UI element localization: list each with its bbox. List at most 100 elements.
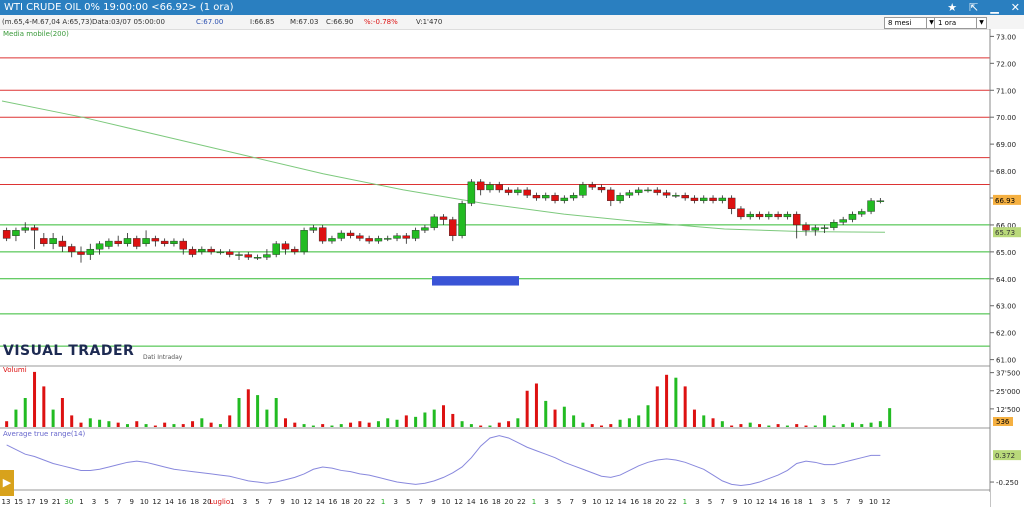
candle-body <box>458 203 466 236</box>
x-tick-label: 12 <box>303 498 312 506</box>
candle-body <box>839 219 847 223</box>
candle-body <box>411 230 420 239</box>
x-tick-label: 9 <box>129 498 133 506</box>
volume-bar <box>758 424 762 427</box>
candle-body <box>607 189 615 201</box>
volume-bar <box>209 422 213 427</box>
ma-value-label: 65.73 <box>995 229 1015 237</box>
pin-icon[interactable]: ⇱ <box>969 0 978 15</box>
brand-subtitle: Dati Intraday <box>143 354 183 361</box>
ma-legend: Media mobile(200) <box>3 30 69 38</box>
candle-body <box>551 195 559 201</box>
price-tick-label: 62.00 <box>996 330 1016 338</box>
x-tick-label: 12 <box>882 498 891 506</box>
volume-bar <box>497 422 501 427</box>
x-tick-label: 10 <box>743 498 752 506</box>
volume-bar <box>107 421 111 427</box>
volume-bar <box>51 409 55 427</box>
volume-bar <box>5 421 9 427</box>
candle-body <box>337 232 345 239</box>
candle-body <box>634 189 643 193</box>
quote-close: C:67.00 <box>196 18 224 26</box>
candle-body <box>709 197 717 201</box>
volume-bar <box>376 421 380 427</box>
volume-bar <box>488 425 492 427</box>
x-tick-label: 1 <box>683 498 687 506</box>
timeframe-select[interactable]: 1 ora ▼ <box>934 17 987 29</box>
candle-body <box>449 219 457 236</box>
candle-body <box>523 189 531 196</box>
candle-body <box>811 227 820 231</box>
x-tick-label: 22 <box>668 498 677 506</box>
volume-bar <box>265 409 269 427</box>
period-select[interactable]: 8 mesi ▼ <box>884 17 937 29</box>
candle-body <box>58 240 67 247</box>
volume-bar <box>246 389 250 427</box>
x-tick-label: 14 <box>768 498 777 506</box>
candle-body <box>597 187 606 191</box>
x-tick-label: 16 <box>178 498 187 506</box>
price-tick-label: 65.00 <box>996 249 1016 257</box>
star-icon[interactable]: ★ <box>947 0 957 15</box>
volume-bar <box>627 418 631 427</box>
volume-bar <box>609 424 613 427</box>
volume-bar <box>321 424 325 427</box>
candle-body <box>504 189 513 193</box>
x-tick-label: 3 <box>821 498 825 506</box>
volume-bar <box>367 422 371 427</box>
minimize-icon[interactable]: ▁ <box>990 0 998 15</box>
volume-last-label: 536 <box>996 418 1010 426</box>
candle-body <box>105 240 113 247</box>
candle-body <box>383 238 392 240</box>
volume-bar <box>804 425 808 427</box>
volume-bar <box>79 422 83 427</box>
candle-body <box>114 240 122 244</box>
price-tick-label: 72.00 <box>996 60 1016 68</box>
x-tick-label: 10 <box>442 498 451 506</box>
candle-body <box>495 184 504 191</box>
close-icon[interactable]: ✕ <box>1011 0 1020 15</box>
quote-infobar: (m.65,4-M.67,04 A:65,73) Data:03/07 05:0… <box>0 15 1024 30</box>
quote-max: M:67.03 <box>290 18 319 26</box>
moving-average-line <box>1 100 886 233</box>
candle-body <box>309 227 318 231</box>
quote-date: Data:03/07 05:00:00 <box>92 18 165 26</box>
x-tick-label: 9 <box>733 498 737 506</box>
volume-bar <box>748 422 752 427</box>
candle-body <box>830 222 838 228</box>
volume-bar <box>553 409 557 427</box>
quote-pct: %:-0.78% <box>364 18 398 26</box>
volume-bar <box>191 421 195 427</box>
x-tick-label: 3 <box>243 498 247 506</box>
candle-body <box>542 195 550 199</box>
volume-bar <box>544 400 548 427</box>
candle-body <box>820 227 829 229</box>
window-title: WTI CRUDE OIL 0% 19:00:00 <66.92> (1 ora… <box>4 2 234 13</box>
volume-bar <box>144 424 148 427</box>
scroll-right-button[interactable]: ▶ <box>0 470 14 496</box>
x-tick-label: 3 <box>695 498 699 506</box>
x-tick-label: 22 <box>517 498 526 506</box>
price-tick-label: 70.00 <box>996 114 1016 122</box>
candle-body <box>12 230 20 236</box>
x-tick-label: 3 <box>92 498 96 506</box>
candle-body <box>690 197 699 201</box>
candle-body <box>718 197 727 201</box>
x-tick-label: 21 <box>52 498 61 506</box>
volume-bar <box>349 422 353 427</box>
volume-tick-label: 25'000 <box>996 388 1020 396</box>
volume-bar <box>181 424 185 427</box>
x-tick-label: 7 <box>419 498 423 506</box>
volume-bar <box>479 425 483 427</box>
volume-bar <box>460 421 464 427</box>
volume-bar <box>23 398 27 427</box>
volume-bar <box>730 425 734 427</box>
chart-canvas[interactable]: 73.0072.0071.0070.0069.0068.0067.0066.00… <box>0 29 1024 507</box>
volume-bar <box>42 386 46 427</box>
x-tick-label: 12 <box>454 498 463 506</box>
candle-body <box>514 189 522 193</box>
candle-body <box>727 197 736 209</box>
candle-body <box>467 181 476 204</box>
candle-body <box>263 254 271 258</box>
candle-body <box>848 213 857 220</box>
